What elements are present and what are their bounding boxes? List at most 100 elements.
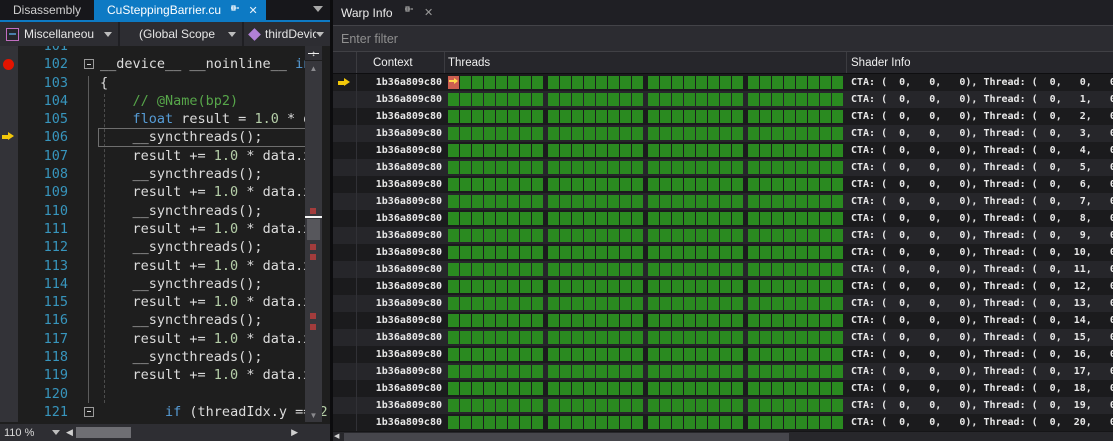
code-line[interactable]: 107 result += 1.0 * data.x: [0, 147, 330, 165]
thread-cell[interactable]: [548, 76, 559, 89]
thread-cell[interactable]: [532, 416, 543, 429]
thread-cell[interactable]: [748, 399, 759, 412]
thread-cell[interactable]: [596, 212, 607, 225]
thread-cell[interactable]: [520, 195, 531, 208]
thread-cell[interactable]: [548, 382, 559, 395]
thread-cell[interactable]: [460, 382, 471, 395]
thread-cell[interactable]: [832, 229, 843, 242]
thread-cell[interactable]: [596, 280, 607, 293]
thread-cell[interactable]: [760, 280, 771, 293]
thread-cell[interactable]: [496, 161, 507, 174]
code-text[interactable]: result += 1.0 * data.x: [98, 330, 330, 348]
thread-cell[interactable]: [684, 93, 695, 106]
thread-cell[interactable]: [660, 348, 671, 361]
thread-cell[interactable]: [808, 195, 819, 208]
code-line[interactable]: 121 if (threadIdx.y == 2): [0, 403, 330, 421]
code-line[interactable]: 111 result += 1.0 * data.x: [0, 220, 330, 238]
thread-cell[interactable]: [832, 110, 843, 123]
thread-cell[interactable]: [620, 280, 631, 293]
shader-info-cell[interactable]: CTA: ( 0, 0, 0), Thread: ( 0, 10, 0): [847, 244, 1113, 261]
thread-cell[interactable]: [560, 297, 571, 310]
thread-cell[interactable]: [660, 76, 671, 89]
thread-cell[interactable]: [760, 331, 771, 344]
thread-cell[interactable]: [748, 382, 759, 395]
thread-cell[interactable]: [548, 280, 559, 293]
thread-cell[interactable]: [548, 263, 559, 276]
thread-cell[interactable]: [684, 144, 695, 157]
thread-cell[interactable]: [672, 161, 683, 174]
thread-cell[interactable]: [784, 212, 795, 225]
thread-cell[interactable]: [496, 416, 507, 429]
thread-cell[interactable]: [532, 110, 543, 123]
thread-cell[interactable]: [560, 382, 571, 395]
thread-cell[interactable]: [720, 246, 731, 259]
thread-cell[interactable]: [632, 280, 643, 293]
thread-cell[interactable]: [648, 246, 659, 259]
thread-cell[interactable]: [520, 93, 531, 106]
thread-cell[interactable]: [584, 93, 595, 106]
thread-cell[interactable]: [620, 399, 631, 412]
thread-cell[interactable]: [772, 331, 783, 344]
thread-cell[interactable]: [532, 195, 543, 208]
thread-cell[interactable]: [708, 76, 719, 89]
thread-cell[interactable]: [820, 331, 831, 344]
thread-cell[interactable]: [648, 161, 659, 174]
thread-cell[interactable]: [696, 314, 707, 327]
thread-cell[interactable]: [796, 399, 807, 412]
thread-cell[interactable]: [772, 93, 783, 106]
thread-cell[interactable]: [796, 127, 807, 140]
thread-cell[interactable]: [548, 331, 559, 344]
thread-cell[interactable]: [572, 297, 583, 310]
shader-info-cell[interactable]: CTA: ( 0, 0, 0), Thread: ( 0, 0, 0): [847, 74, 1113, 91]
thread-cell[interactable]: [584, 297, 595, 310]
thread-cell[interactable]: [484, 229, 495, 242]
thread-cell[interactable]: [760, 161, 771, 174]
scroll-left-icon[interactable]: ◀: [334, 432, 339, 441]
thread-cell[interactable]: [672, 280, 683, 293]
thread-cell[interactable]: [696, 331, 707, 344]
row-indicator-cell[interactable]: [333, 346, 357, 363]
thread-cell[interactable]: [820, 195, 831, 208]
thread-cell[interactable]: [696, 93, 707, 106]
indicator-column-header[interactable]: [333, 52, 357, 73]
thread-cell[interactable]: [772, 178, 783, 191]
thread-cell[interactable]: [732, 246, 743, 259]
thread-cell[interactable]: [796, 161, 807, 174]
context-cell[interactable]: 1b36a809c80: [357, 363, 445, 380]
thread-cell[interactable]: [572, 331, 583, 344]
thread-cell[interactable]: [696, 212, 707, 225]
thread-cell[interactable]: [784, 229, 795, 242]
thread-cell[interactable]: [748, 110, 759, 123]
thread-cell[interactable]: [672, 331, 683, 344]
thread-cell[interactable]: [720, 127, 731, 140]
thread-cell[interactable]: [520, 348, 531, 361]
line-indicator-margin[interactable]: [0, 165, 18, 183]
thread-cell[interactable]: [460, 399, 471, 412]
thread-cell[interactable]: [496, 263, 507, 276]
thread-cell[interactable]: [520, 263, 531, 276]
thread-cell[interactable]: [672, 382, 683, 395]
thread-cell[interactable]: [732, 76, 743, 89]
thread-cell[interactable]: [760, 229, 771, 242]
threads-column-header[interactable]: Threads: [445, 52, 847, 73]
thread-cell[interactable]: [648, 229, 659, 242]
code-line[interactable]: 112 __syncthreads();: [0, 238, 330, 256]
thread-cell[interactable]: [672, 127, 683, 140]
zoom-level-dropdown[interactable]: 110 %: [0, 427, 64, 439]
thread-cell[interactable]: [760, 110, 771, 123]
thread-cell[interactable]: [520, 399, 531, 412]
shader-info-cell[interactable]: CTA: ( 0, 0, 0), Thread: ( 0, 12, 0): [847, 278, 1113, 295]
thread-cell[interactable]: [672, 399, 683, 412]
thread-cell[interactable]: [732, 93, 743, 106]
thread-cell[interactable]: [532, 246, 543, 259]
thread-cell[interactable]: [532, 212, 543, 225]
row-indicator-cell[interactable]: [333, 91, 357, 108]
thread-cell[interactable]: [684, 263, 695, 276]
thread-cell[interactable]: [596, 195, 607, 208]
thread-cell[interactable]: [608, 76, 619, 89]
thread-cell[interactable]: [472, 229, 483, 242]
thread-cell[interactable]: [748, 195, 759, 208]
thread-cell[interactable]: [632, 110, 643, 123]
thread-cell[interactable]: [760, 263, 771, 276]
thread-cell[interactable]: [532, 297, 543, 310]
